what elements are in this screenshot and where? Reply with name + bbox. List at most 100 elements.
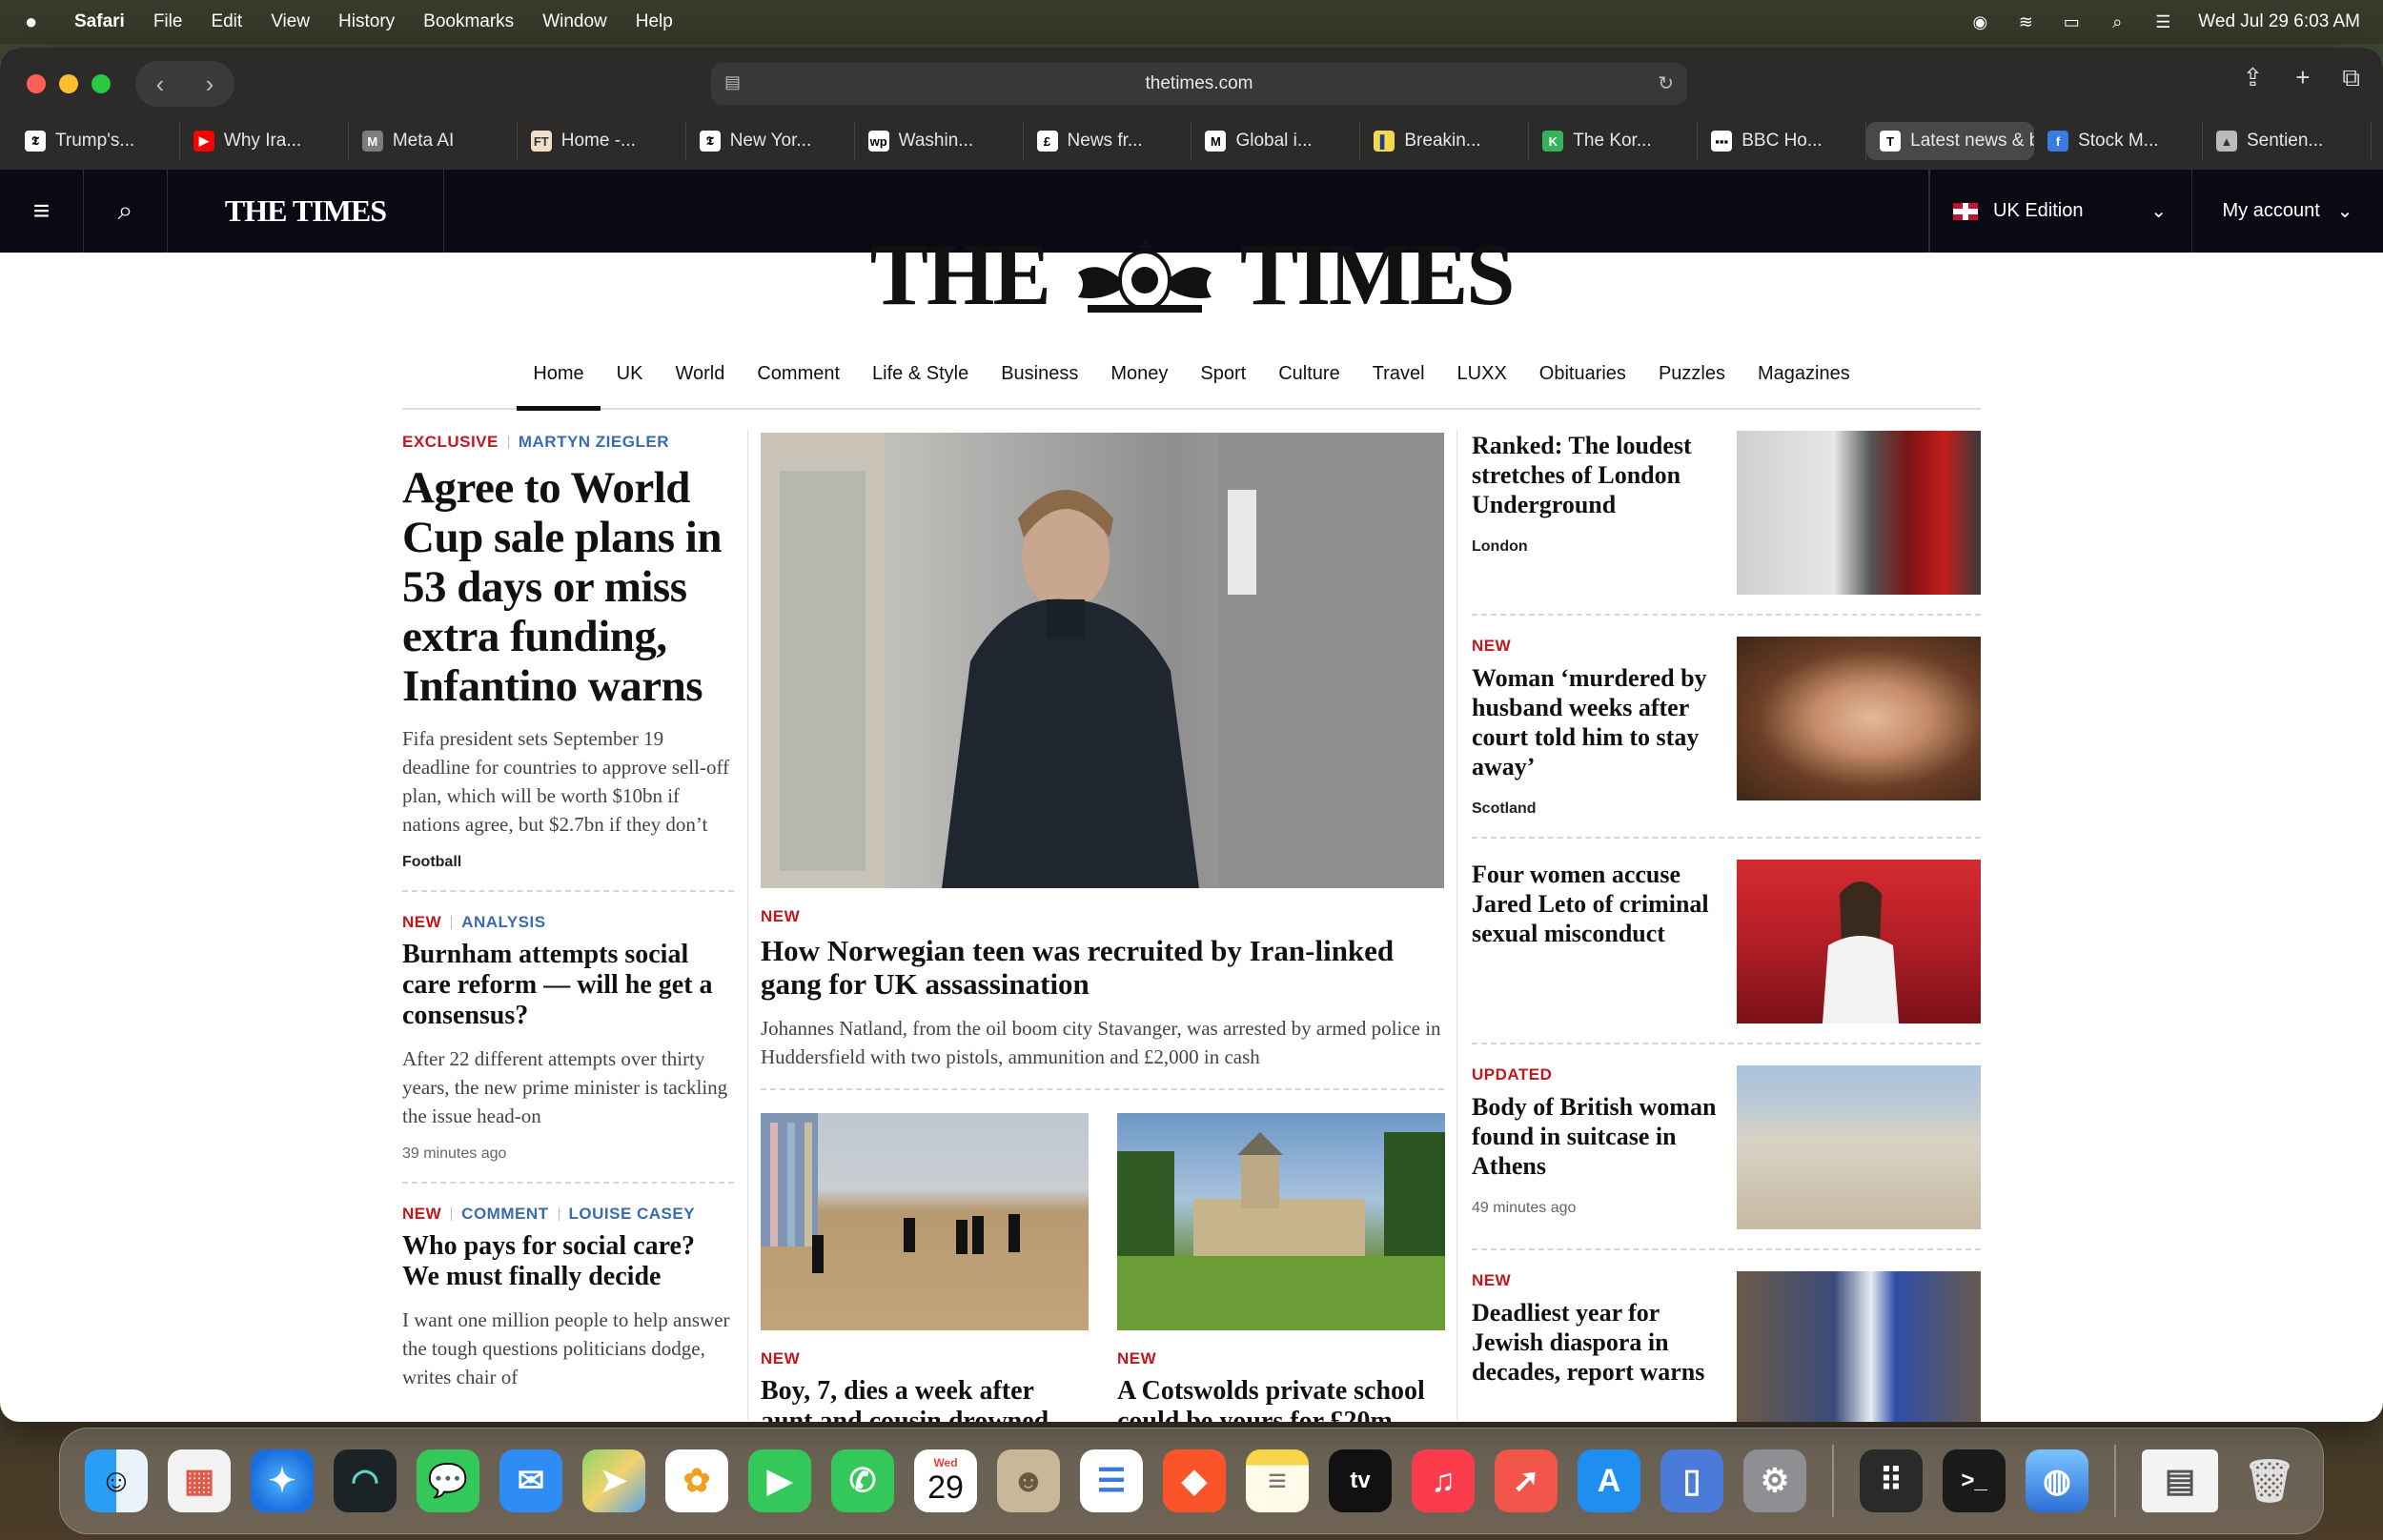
nav-comment[interactable]: Comment <box>741 338 856 409</box>
wifi-icon[interactable]: ≋ <box>2015 12 2036 31</box>
nav-obituaries[interactable]: Obituaries <box>1523 338 1642 409</box>
window-preview-icon[interactable]: ▤ <box>2142 1449 2218 1512</box>
school-photo[interactable] <box>1117 1113 1445 1330</box>
browser-tab[interactable]: 𝕿 Trump's... <box>11 122 180 160</box>
story-card[interactable]: NEW A Cotswolds private school could be … <box>1117 1113 1445 1422</box>
browser-tab[interactable]: £ News fr... <box>1024 122 1192 160</box>
story-headline[interactable]: Boy, 7, dies a week after aunt and cousi… <box>761 1376 1089 1422</box>
calendar-icon[interactable]: Wed 29 <box>914 1449 977 1512</box>
portrait-photo[interactable] <box>1737 637 1981 800</box>
browser-tab[interactable]: ▲ Sentien... <box>2203 122 2372 160</box>
browser-tab[interactable]: K The Kor... <box>1529 122 1699 160</box>
perplexity-icon[interactable]: ◠ <box>334 1449 397 1512</box>
crowd-photo[interactable] <box>1737 1271 1981 1422</box>
story-headline[interactable]: A Cotswolds private school could be your… <box>1117 1376 1445 1422</box>
story-card[interactable]: Four women accuse Jared Leto of criminal… <box>1472 860 1981 1023</box>
address-bar[interactable]: ▤ thetimes.com ↻ <box>711 63 1687 105</box>
music-icon[interactable]: ♫ <box>1412 1449 1475 1512</box>
nav-home[interactable]: Home <box>517 338 601 411</box>
underground-photo[interactable] <box>1737 431 1981 595</box>
terminal-icon[interactable]: >_ <box>1943 1449 2006 1512</box>
story-card[interactable]: NEW ANALYSIS Burnham attempts social car… <box>402 913 734 1163</box>
story-headline[interactable]: Body of British woman found in suitcase … <box>1472 1092 1718 1181</box>
story-headline[interactable]: Burnham attempts social care reform — wi… <box>402 940 734 1031</box>
menu-help[interactable]: Help <box>636 11 673 32</box>
photos-icon[interactable]: ✿ <box>665 1449 728 1512</box>
menu-app-name[interactable]: Safari <box>74 11 125 32</box>
nav-sport[interactable]: Sport <box>1184 338 1262 409</box>
story-headline[interactable]: Woman ‘murdered by husband weeks after c… <box>1472 663 1718 781</box>
story-card[interactable]: NEW COMMENT LOUISE CASEY Who pays for so… <box>402 1205 734 1391</box>
forward-icon[interactable]: › <box>206 70 214 99</box>
browser-tab[interactable]: M Global i... <box>1192 122 1361 160</box>
nav-uk[interactable]: UK <box>601 338 660 409</box>
nav-luxx[interactable]: LUXX <box>1441 338 1523 409</box>
story-card[interactable]: UPDATED Body of British woman found in s… <box>1472 1065 1981 1229</box>
main-headline[interactable]: How Norwegian teen was recruited by Iran… <box>761 934 1444 1001</box>
messages-icon[interactable]: 💬 <box>417 1449 479 1512</box>
maps-icon[interactable]: ➤ <box>582 1449 645 1512</box>
tab-overview-icon[interactable]: ⧉ <box>2342 63 2360 93</box>
story-headline[interactable]: Who pays for social care? We must finall… <box>402 1231 734 1292</box>
mail-icon[interactable]: ✉ <box>499 1449 562 1512</box>
reload-icon[interactable]: ↻ <box>1658 71 1674 95</box>
browser-tab[interactable]: wp Washin... <box>855 122 1024 160</box>
nav-culture[interactable]: Culture <box>1262 338 1355 409</box>
menu-clock[interactable]: Wed Jul 29 6:03 AM <box>2198 11 2360 32</box>
nav-business[interactable]: Business <box>985 338 1094 409</box>
rocket-icon[interactable]: ➚ <box>1495 1449 1558 1512</box>
app-store-icon[interactable]: A <box>1578 1449 1640 1512</box>
zoom-window-button[interactable] <box>92 74 111 93</box>
share-icon[interactable]: ⇪ <box>2242 63 2263 93</box>
browser-tab[interactable]: T Latest news & breaki... <box>1866 122 2035 160</box>
apple-menu-icon[interactable]: ● <box>25 10 59 34</box>
kicker-author[interactable]: MARTYN ZIEGLER <box>519 433 669 452</box>
screen-record-icon[interactable]: ◉ <box>1969 12 1990 31</box>
new-tab-icon[interactable]: + <box>2295 63 2310 93</box>
story-card[interactable]: Ranked: The loudest stretches of London … <box>1472 431 1981 595</box>
nav-world[interactable]: World <box>659 338 741 409</box>
battery-icon[interactable]: ▭ <box>2061 12 2082 31</box>
nav-puzzles[interactable]: Puzzles <box>1642 338 1741 409</box>
story-headline[interactable]: Ranked: The loudest stretches of London … <box>1472 431 1718 519</box>
page-menu-icon[interactable]: ▤ <box>724 72 741 92</box>
reminders-icon[interactable]: ☰ <box>1080 1449 1143 1512</box>
nav-life-style[interactable]: Life & Style <box>856 338 985 409</box>
lead-tag[interactable]: Football <box>402 854 734 871</box>
back-icon[interactable]: ‹ <box>156 70 165 99</box>
athens-photo[interactable] <box>1737 1065 1981 1229</box>
close-window-button[interactable] <box>27 74 46 93</box>
lead-story[interactable]: EXCLUSIVE MARTYN ZIEGLER Agree to World … <box>402 433 734 871</box>
nav-money[interactable]: Money <box>1094 338 1184 409</box>
menu-view[interactable]: View <box>271 11 310 32</box>
iphone-mirroring-icon[interactable]: ▯ <box>1660 1449 1723 1512</box>
apple-tv-icon[interactable]: tv <box>1329 1449 1392 1512</box>
menu-bookmarks[interactable]: Bookmarks <box>423 11 514 32</box>
trash-icon[interactable]: 🗑 <box>2238 1449 2301 1512</box>
story-card[interactable]: NEW Woman ‘murdered by husband weeks aft… <box>1472 637 1981 818</box>
menu-history[interactable]: History <box>338 11 395 32</box>
story-tag[interactable]: Scotland <box>1472 800 1718 818</box>
safari-icon[interactable]: ✦ <box>251 1449 314 1512</box>
story-card[interactable]: NEW Deadliest year for Jewish diaspora i… <box>1472 1271 1981 1422</box>
browser-tab[interactable]: M Meta AI <box>349 122 518 160</box>
minimize-window-button[interactable] <box>59 74 78 93</box>
control-center-icon[interactable]: ☰ <box>2152 12 2173 31</box>
main-story-image[interactable] <box>761 433 1444 888</box>
red-carpet-photo[interactable] <box>1737 860 1981 1023</box>
spotlight-search-icon[interactable]: ⌕ <box>2107 12 2128 31</box>
story-headline[interactable]: Deadliest year for Jewish diaspora in de… <box>1472 1298 1718 1387</box>
launchpad-icon[interactable]: ▦ <box>168 1449 231 1512</box>
story-card[interactable]: NEW Boy, 7, dies a week after aunt and c… <box>761 1113 1089 1422</box>
story-tag[interactable]: London <box>1472 538 1718 556</box>
db-app-icon[interactable]: ◍ <box>2026 1449 2088 1512</box>
browser-tab[interactable]: FT Home -... <box>518 122 686 160</box>
lead-headline[interactable]: Agree to World Cup sale plans in 53 days… <box>402 463 734 711</box>
story-headline[interactable]: Four women accuse Jared Leto of criminal… <box>1472 860 1718 948</box>
nav-magazines[interactable]: Magazines <box>1741 338 1866 409</box>
facetime-icon[interactable]: ▶ <box>748 1449 811 1512</box>
contacts-icon[interactable]: ☻ <box>997 1449 1060 1512</box>
browser-tab[interactable]: f Stock M... <box>2034 122 2203 160</box>
menu-edit[interactable]: Edit <box>211 11 242 32</box>
browser-tab[interactable]: ▶ Why Ira... <box>180 122 349 160</box>
